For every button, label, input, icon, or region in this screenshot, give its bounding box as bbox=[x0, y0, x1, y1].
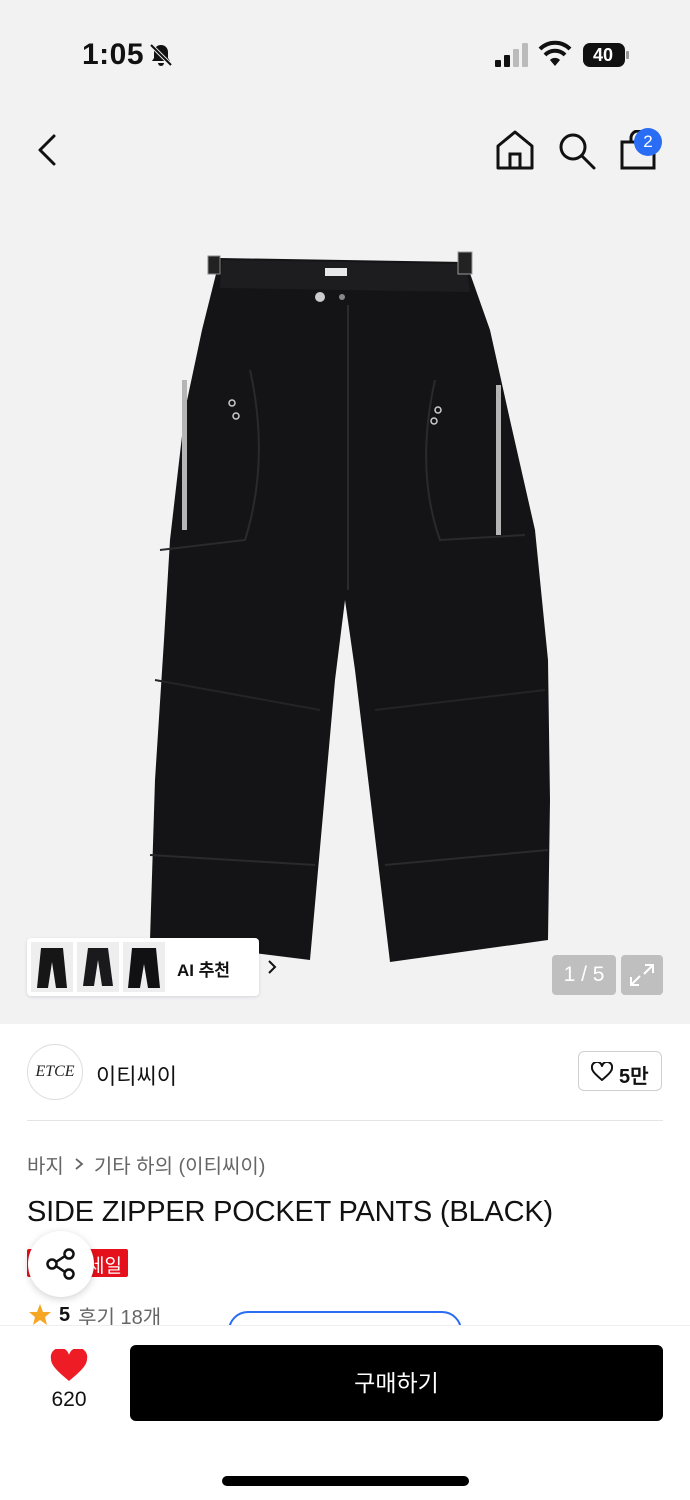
brand-name[interactable]: 이티씨이 bbox=[96, 1059, 177, 1091]
breadcrumb-category[interactable]: 바지 bbox=[27, 1150, 64, 1179]
bell-off-icon bbox=[149, 43, 173, 67]
image-page-indicator: 1 / 5 bbox=[552, 955, 616, 995]
status-time: 1:05 bbox=[82, 38, 145, 71]
breadcrumb-subcategory[interactable]: 기타 하의 (이티씨이) bbox=[94, 1150, 266, 1179]
back-arrow-icon[interactable] bbox=[30, 128, 66, 172]
rating-score: 5 bbox=[59, 1303, 71, 1326]
brand-logo[interactable]: ETCE bbox=[27, 1044, 83, 1100]
buy-button[interactable]: 구매하기 bbox=[130, 1345, 663, 1421]
brand-like-count: 5만 bbox=[619, 1066, 649, 1088]
recommend-thumbnail[interactable] bbox=[31, 942, 73, 992]
recommend-thumbnail[interactable] bbox=[77, 942, 119, 992]
heart-filled-icon[interactable] bbox=[50, 1349, 88, 1383]
ai-recommend-label: AI 추천 bbox=[177, 961, 231, 980]
heart-outline-icon bbox=[591, 1062, 613, 1081]
divider bbox=[27, 1120, 663, 1121]
chevron-right-icon bbox=[268, 960, 277, 974]
breadcrumb: 바지 기타 하의 (이티씨이) bbox=[27, 1150, 266, 1179]
brand-like-button[interactable]: 5만 bbox=[578, 1051, 662, 1091]
home-indicator bbox=[222, 1476, 469, 1486]
search-icon[interactable] bbox=[556, 130, 598, 172]
recommend-thumbnail[interactable] bbox=[123, 942, 165, 992]
wish-count: 620 bbox=[51, 1388, 87, 1411]
share-icon bbox=[46, 1248, 75, 1280]
ai-recommend-card[interactable]: AI 추천 bbox=[27, 938, 277, 996]
chevron-right-icon bbox=[75, 1158, 84, 1170]
cart-count-badge: 2 bbox=[634, 128, 662, 156]
battery-level: 40 bbox=[592, 45, 614, 65]
wifi-icon bbox=[538, 40, 572, 66]
share-button[interactable] bbox=[28, 1231, 94, 1297]
product-image[interactable] bbox=[140, 240, 560, 970]
expand-icon bbox=[630, 964, 654, 986]
status-bar: 1:05 40 bbox=[0, 0, 690, 110]
home-icon[interactable] bbox=[494, 128, 536, 172]
expand-image-button[interactable] bbox=[621, 955, 663, 995]
product-title: SIDE ZIPPER POCKET PANTS (BLACK) bbox=[27, 1196, 553, 1228]
signal-icon bbox=[495, 43, 528, 67]
